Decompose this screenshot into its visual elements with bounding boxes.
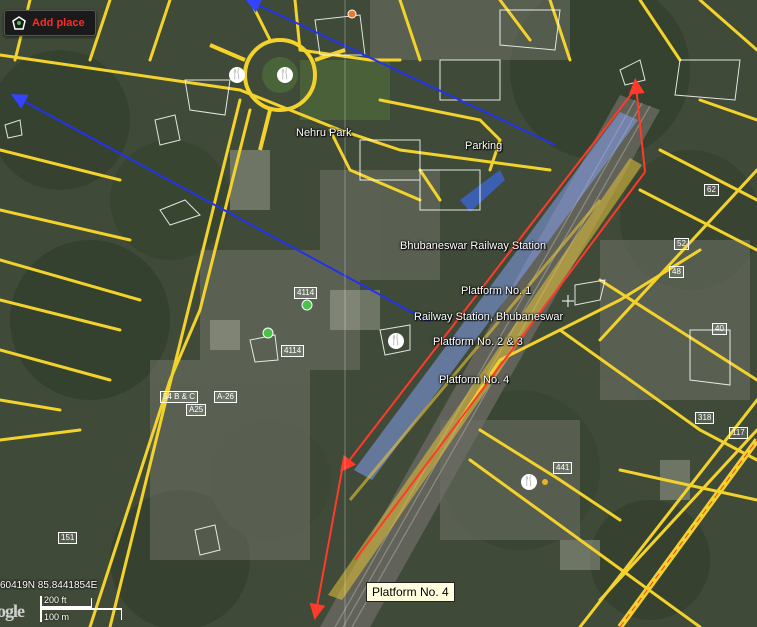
plot-number: 40: [712, 323, 727, 335]
scale-meters: 100 m: [44, 612, 70, 622]
plot-number: 151: [58, 532, 78, 544]
plot-number: 52: [674, 238, 689, 250]
scale-bar: 200 ft 100 m: [36, 594, 126, 624]
plot-number: 441: [553, 462, 573, 474]
plot-number: 48: [669, 266, 684, 278]
place-label-platform-2-3[interactable]: Platform No. 2 & 3: [433, 336, 523, 348]
add-place-label: Add place: [32, 17, 85, 29]
plot-number: 4114: [294, 287, 318, 299]
restaurant-icon[interactable]: 🍴: [277, 67, 293, 83]
place-label-platform-4[interactable]: Platform No. 4: [439, 374, 509, 386]
place-label-platform-1[interactable]: Platform No. 1: [461, 285, 531, 297]
tooltip-callout: Platform No. 4: [366, 582, 455, 602]
restaurant-icon[interactable]: 🍴: [388, 333, 404, 349]
place-label-station[interactable]: Bhubaneswar Railway Station: [400, 240, 546, 252]
place-label-parking[interactable]: Parking: [465, 140, 502, 152]
plot-number: A25: [186, 404, 207, 416]
place-label-station-alt[interactable]: Railway Station, Bhubaneswar: [414, 311, 563, 323]
restaurant-icon[interactable]: 🍴: [229, 67, 245, 83]
plot-number: A-26: [214, 391, 237, 403]
plot-number: 4114: [281, 345, 305, 357]
add-place-icon: [12, 16, 26, 30]
scale-feet: 200 ft: [44, 595, 67, 605]
place-label-nehru-park[interactable]: Nehru Park: [296, 127, 352, 139]
plot-number: 117: [729, 427, 748, 439]
google-logo: ogle: [0, 601, 25, 621]
plot-number: 62: [704, 184, 719, 196]
restaurant-icon[interactable]: 🍴: [521, 474, 537, 490]
plot-number: 318: [695, 412, 715, 424]
add-place-button[interactable]: Add place: [4, 10, 96, 36]
coordinate-readout: 60419N 85.8441854E: [0, 580, 98, 591]
satellite-map[interactable]: [0, 0, 757, 627]
plot-number: 54 B & C: [160, 391, 199, 403]
